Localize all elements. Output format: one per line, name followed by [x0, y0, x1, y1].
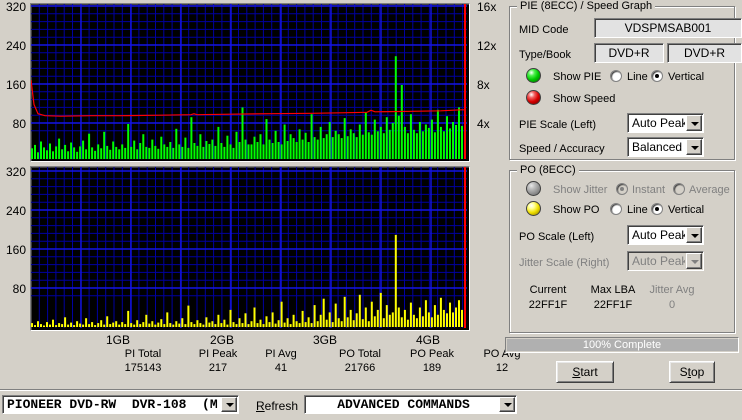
show-pie-led-button[interactable] [526, 68, 541, 83]
disc-type-field: DVD+R [594, 43, 664, 63]
chevron-down-icon [226, 403, 234, 407]
y-axis-label: 320 [5, 165, 26, 179]
pie-speed-graph [31, 4, 467, 159]
stat-label: PO Peak [409, 348, 455, 360]
stat-value: 175143 [124, 362, 162, 374]
drive-dropdown-button[interactable] [221, 397, 237, 412]
bottom-separator [0, 389, 742, 391]
speed-accuracy-value: Balanced [632, 140, 683, 154]
chevron-down-icon [691, 260, 699, 264]
stop-button[interactable]: Stop [669, 361, 715, 383]
pie-vertical-label: Vertical [668, 71, 705, 83]
x-axis-label: 3GB [312, 333, 337, 347]
po-scale-label: PO Scale (Left) [519, 231, 595, 243]
mid-code-field: VDSPMSAB001 [594, 18, 742, 38]
x-axis-label: 1GB [105, 333, 130, 347]
show-speed-label: Show Speed [553, 93, 616, 105]
y-axis-label: 160 [5, 78, 26, 92]
current-lba-value: 22FF1F [528, 299, 568, 311]
stat-label: PI Total [124, 348, 162, 360]
po-line-label: Line [627, 204, 648, 216]
speed-accuracy-combobox[interactable]: Balanced [627, 137, 704, 157]
show-jitter-led-button [526, 181, 541, 196]
y-axis-label: 80 [12, 282, 26, 296]
show-po-led-button[interactable] [526, 201, 541, 216]
pie-scale-label: PIE Scale (Left) [519, 119, 597, 131]
y-axis-label: 160 [5, 243, 26, 257]
jitter-instant-radio [616, 183, 628, 195]
jitter-average-radio [673, 183, 685, 195]
po-vertical-label: Vertical [668, 204, 705, 216]
scan-progress-bar: 100% Complete [505, 337, 739, 353]
stat-label: PI Peak [198, 348, 238, 360]
pie-scale-dropdown-button[interactable] [686, 115, 702, 131]
progress-text: 100% Complete [582, 339, 662, 351]
show-pie-label: Show PIE [553, 71, 602, 83]
speed-accuracy-label: Speed / Accuracy [519, 143, 605, 155]
stat-value: 189 [422, 362, 442, 374]
stat-label: PO Total [339, 348, 381, 360]
y-axis-label: 320 [5, 0, 26, 14]
pie-line-radio[interactable] [610, 70, 622, 82]
start-button[interactable]: Start [556, 361, 614, 383]
commands-dropdown-button[interactable] [499, 397, 515, 412]
y-axis-label: 240 [5, 204, 26, 218]
stat-value: 21766 [344, 362, 376, 374]
stat-value: 41 [274, 362, 288, 374]
current-lba-label: Current [529, 284, 567, 296]
show-jitter-label: Show Jitter [553, 184, 608, 196]
jitter-scale-label: Jitter Scale (Right) [519, 257, 610, 269]
jitter-scale-dropdown-button [686, 253, 702, 269]
type-book-label: Type/Book [519, 49, 571, 61]
po-scale-value: Auto Peak [632, 228, 685, 242]
jitter-average-label: Average [689, 184, 730, 196]
jitter-avg-value: 0 [668, 299, 676, 311]
speed-axis-label: 16x [477, 0, 497, 14]
y-axis-label: 240 [5, 39, 26, 53]
x-axis-label: 4GB [415, 333, 440, 347]
pie-speed-graph-panel [30, 3, 470, 162]
refresh-button[interactable]: Refresh [256, 399, 298, 413]
po-line-radio[interactable] [610, 203, 622, 215]
speed-axis-label: 4x [477, 117, 490, 131]
drive-selector-value: PIONEER DVD-RW DVR-108 (M:) [7, 398, 220, 412]
jitter-scale-value: Auto Peak [632, 254, 685, 268]
pie-scale-value: Auto Peak [632, 116, 685, 130]
po-vertical-radio[interactable] [651, 203, 663, 215]
pie-vertical-radio[interactable] [651, 70, 663, 82]
jitter-instant-label: Instant [632, 184, 666, 196]
jitter-avg-label: Jitter Avg [649, 284, 695, 296]
pie-line-label: Line [627, 71, 648, 83]
show-speed-led-button[interactable] [526, 90, 541, 105]
disc-book-field: DVD+R [667, 43, 742, 63]
po-scale-dropdown-button[interactable] [686, 227, 702, 243]
drive-selector-combobox[interactable]: PIONEER DVD-RW DVR-108 (M:) [2, 395, 239, 414]
show-po-label: Show PO [553, 204, 600, 216]
po-graph-panel [30, 166, 470, 331]
advanced-commands-combobox[interactable]: ADVANCED COMMANDS [304, 395, 517, 414]
po-graph [31, 167, 467, 328]
disc-quality-scan-window: { "colors": { "background": "#d4d0c8", "… [0, 0, 742, 420]
chevron-down-icon [691, 234, 699, 238]
chevron-down-icon [504, 403, 512, 407]
jitter-scale-combobox: Auto Peak [627, 251, 704, 271]
stat-value: 12 [495, 362, 509, 374]
chevron-down-icon [691, 122, 699, 126]
po-groupbox-title: PO (8ECC) [517, 164, 579, 176]
speed-accuracy-dropdown-button[interactable] [686, 139, 702, 155]
speed-axis-label: 12x [477, 39, 497, 53]
chevron-down-icon [691, 146, 699, 150]
pie-groupbox-title: PIE (8ECC) / Speed Graph [517, 0, 656, 12]
stat-label: PI Avg [265, 348, 297, 360]
mid-code-label: MID Code [519, 24, 569, 36]
stat-value: 217 [208, 362, 228, 374]
speed-axis-label: 8x [477, 78, 490, 92]
pie-scale-combobox[interactable]: Auto Peak [627, 113, 704, 133]
po-scale-combobox[interactable]: Auto Peak [627, 225, 704, 245]
advanced-commands-value: ADVANCED COMMANDS [337, 398, 470, 412]
x-axis-label: 2GB [209, 333, 234, 347]
y-axis-label: 80 [12, 117, 26, 131]
